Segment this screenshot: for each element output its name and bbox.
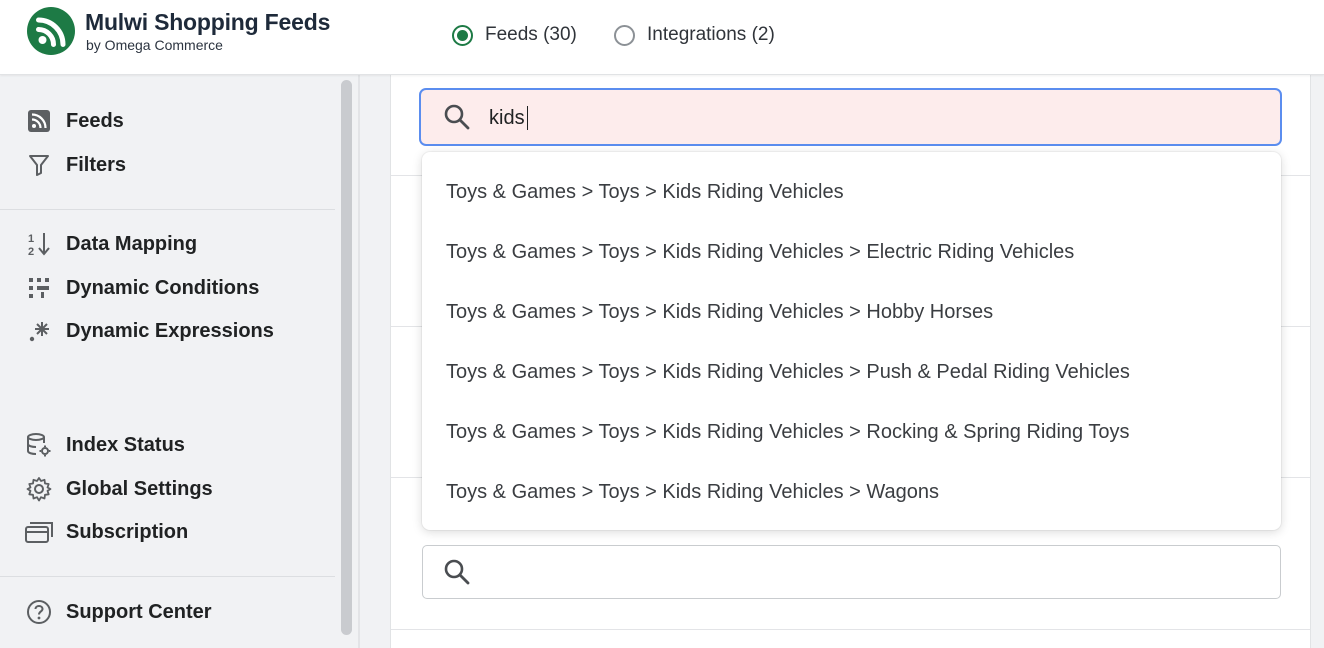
svg-text:2: 2 [28,246,34,257]
tab-integrations[interactable]: Integrations (2) [614,20,775,50]
suggestion-item[interactable]: Toys & Games > Toys > Kids Riding Vehicl… [422,162,1281,222]
subscription-icon [24,517,54,547]
svg-text:1: 1 [28,233,34,245]
tab-integrations-label: Integrations (2) [647,24,775,45]
app-header: Mulwi Shopping Feeds by Omega Commerce F… [0,0,1324,75]
row-divider [391,629,1310,630]
text-caret [527,106,528,130]
sidebar-item-filters[interactable]: Filters [24,150,126,180]
sidebar-divider [0,209,335,210]
suggestion-item[interactable]: Toys & Games > Toys > Kids Riding Vehicl… [422,222,1281,282]
sidebar-item-dynamic-expressions[interactable]: Dynamic Expressions [24,316,274,346]
sidebar-border [358,75,360,648]
sidebar-item-label: Support Center [66,600,212,623]
brand-subtitle: by Omega Commerce [86,37,223,53]
sidebar-item-global-settings[interactable]: Global Settings [24,474,213,504]
sidebar-item-label: Filters [66,153,127,176]
tab-feeds[interactable]: Feeds (30) [452,20,577,50]
database-settings-icon [24,430,54,460]
help-circle-icon [24,597,54,627]
category-search-input[interactable] [487,100,1251,136]
sidebar-item-index-status[interactable]: Index Status [24,430,185,460]
category-suggestions-dropdown: Toys & Games > Toys > Kids Riding Vehicl… [422,152,1281,530]
rss-logo-icon [27,7,75,55]
search-icon [443,103,471,136]
secondary-search-field[interactable] [422,545,1281,599]
conditions-icon [24,273,54,303]
rss-icon [24,106,54,136]
sidebar-scrollbar[interactable] [341,80,352,635]
sidebar-item-label: Dynamic Conditions [66,276,260,299]
search-icon [443,558,471,591]
sidebar-item-subscription[interactable]: Subscription [24,517,188,547]
suggestion-item[interactable]: Toys & Games > Toys > Kids Riding Vehicl… [422,282,1281,342]
sidebar-divider [0,576,335,577]
sidebar-item-label: Global Settings [66,477,213,500]
brand-title: Mulwi Shopping Feeds [85,9,331,35]
radio-unchecked-icon[interactable] [614,24,635,46]
sidebar-item-support-center[interactable]: Support Center [24,597,212,627]
sidebar-item-label: Dynamic Expressions [66,319,274,342]
gear-icon [24,474,54,504]
sidebar-item-label: Index Status [66,433,185,456]
sidebar-item-feeds[interactable]: Feeds [24,106,124,136]
sidebar-item-label: Subscription [66,520,189,543]
radio-checked-icon[interactable] [452,24,473,46]
sort-icon: 1 2 [24,229,54,259]
suggestion-item[interactable]: Toys & Games > Toys > Kids Riding Vehicl… [422,402,1281,462]
category-search-field[interactable] [419,88,1282,146]
suggestion-item[interactable]: Toys & Games > Toys > Kids Riding Vehicl… [422,342,1281,402]
sidebar-item-dynamic-conditions[interactable]: Dynamic Conditions [24,273,259,303]
sidebar-item-label: Feeds [66,109,124,132]
suggestion-item[interactable]: Toys & Games > Toys > Kids Riding Vehicl… [422,462,1281,522]
sidebar-item-data-mapping[interactable]: 1 2 Data Mapping [24,229,197,259]
tab-feeds-label: Feeds (30) [485,24,577,45]
sparkle-icon [24,316,54,346]
sidebar-item-label: Data Mapping [66,232,198,255]
filter-icon [24,150,54,180]
sidebar: Feeds Filters 1 2 Data Mapping Dynamic C… [0,75,358,648]
